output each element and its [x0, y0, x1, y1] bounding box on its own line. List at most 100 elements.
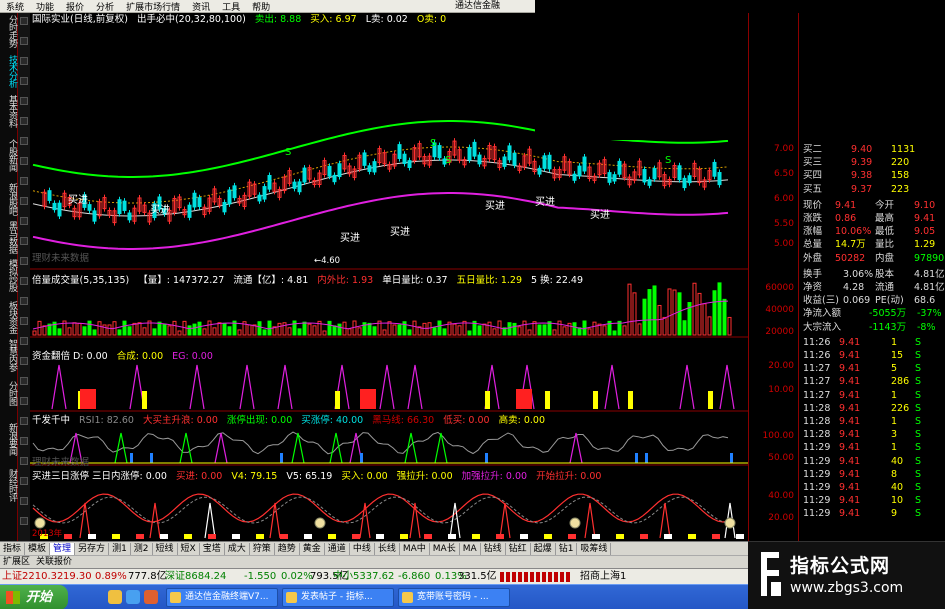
left-tab-5[interactable]: 黑马数据 [1, 221, 17, 253]
toolbar-icon[interactable] [20, 17, 28, 25]
indicator-tab-16[interactable]: MA中 [400, 542, 430, 555]
toolbar-icon[interactable] [20, 157, 28, 165]
quote-cell: 最低 [875, 226, 895, 238]
left-tab-4[interactable]: 新浪股吧 [1, 183, 17, 215]
taskbar-window-tdx[interactable]: 通达信金融终端V7... [166, 588, 278, 607]
quicklaunch-folder-icon[interactable] [108, 590, 122, 604]
toolbar-icon[interactable] [20, 77, 28, 85]
indicator-tab-0[interactable]: 指标 [0, 542, 26, 555]
toolbar-icon[interactable] [20, 277, 28, 285]
toolbar-icon[interactable] [20, 37, 28, 45]
left-tab-10[interactable]: 新浪要闻 [1, 423, 17, 455]
toolbar-icon[interactable] [20, 317, 28, 325]
indicator-tab-12[interactable]: 黄金 [300, 542, 325, 555]
tick-row: 11:28 9.41 226 S [799, 402, 945, 415]
left-tab-1[interactable]: 技术分析 [1, 55, 17, 87]
toolbar-icon[interactable] [20, 97, 28, 105]
toolbar-icon[interactable] [20, 217, 28, 225]
menu-item-3[interactable]: 分析 [90, 0, 120, 13]
menu-item-4[interactable]: 扩展市场行情 [120, 0, 186, 13]
fund-triangle [604, 364, 620, 410]
indicator-tab-8[interactable]: 宝塔 [200, 542, 225, 555]
toolbar-icon[interactable] [20, 437, 28, 445]
candle-body [57, 202, 62, 217]
left-tab-9[interactable]: 分时图 [1, 381, 17, 405]
volume-bar [712, 290, 717, 336]
left-tab-0[interactable]: 分时走势 [1, 15, 17, 47]
ext-tab-1[interactable]: 关联报价 [33, 557, 75, 567]
tool-icon-strip [18, 13, 30, 541]
indicator-tab-21[interactable]: 起爆 [531, 542, 556, 555]
indicator-tab-15[interactable]: 长线 [375, 542, 400, 555]
left-tab-6[interactable]: 模拟炒股 [1, 259, 17, 291]
candle-body [617, 160, 622, 175]
toolbar-icon[interactable] [20, 417, 28, 425]
indicator-tab-23[interactable]: 吸筹线 [577, 542, 612, 555]
toolbar-icon[interactable] [20, 177, 28, 185]
indicator-tab-1[interactable]: 模板 [25, 542, 51, 555]
indicator-tab-5[interactable]: 测2 [131, 542, 153, 555]
candle-body [397, 144, 402, 159]
site-logo-icon [761, 552, 781, 596]
indicator-tab-3[interactable]: 另存方 [75, 542, 110, 555]
menu-item-2[interactable]: 报价 [60, 0, 90, 13]
volume-pane-title: 倍量成交量(5,35,135) 【量】: 147372.27 流通【亿】: 4.… [32, 275, 589, 287]
indicator-tab-20[interactable]: 钻红 [506, 542, 531, 555]
indicator-tab-22[interactable]: 钻1 [556, 542, 578, 555]
toolbar-icon[interactable] [20, 137, 28, 145]
indicator-tab-14[interactable]: 中线 [350, 542, 375, 555]
toolbar-icon[interactable] [20, 117, 28, 125]
menu-item-0[interactable]: 系统 [0, 0, 30, 13]
ext-tab-0[interactable]: 扩展区 [0, 557, 33, 567]
sh-pct: 0.89% [95, 571, 127, 582]
toolbar-icon[interactable] [20, 337, 28, 345]
toolbar-icon[interactable] [20, 257, 28, 265]
volume-bar [397, 324, 402, 336]
indicator-tab-7[interactable]: 短X [178, 542, 200, 555]
quicklaunch-app-icon[interactable] [144, 590, 158, 604]
quicklaunch-ie-icon[interactable] [126, 590, 140, 604]
taskbar-window-post[interactable]: 发表帖子 - 指标... [282, 588, 394, 607]
indicator-tab-17[interactable]: MA长 [430, 542, 460, 555]
indicator-name: 出手必中(20,32,80,100) [136, 14, 246, 25]
indicator-tab-9[interactable]: 成大 [225, 542, 250, 555]
volume-bar [647, 289, 652, 336]
start-button[interactable]: 开始 [0, 585, 68, 609]
volume-bar [82, 326, 87, 336]
toolbar-icon[interactable] [20, 457, 28, 465]
toolbar-icon[interactable] [20, 197, 28, 205]
left-tab-11[interactable]: 财经时评 [1, 469, 17, 501]
indicator-tab-10[interactable]: 狩策 [250, 542, 275, 555]
toolbar-icon[interactable] [20, 237, 28, 245]
taskbar-window-account[interactable]: 宽带账号密码 - ... [398, 588, 510, 607]
indicator-tab-13[interactable]: 通道 [325, 542, 350, 555]
quote-cell: 11:27 [803, 389, 831, 401]
menu-item-1[interactable]: 功能 [30, 0, 60, 13]
toolbar-icon[interactable] [20, 517, 28, 525]
left-tab-7[interactable]: 板块资金 [1, 301, 17, 333]
sz-pct: 0.02% [281, 571, 313, 582]
left-tab-2[interactable]: 基本资料 [1, 95, 17, 127]
menu-item-7[interactable]: 帮助 [246, 0, 276, 13]
indicator-tab-18[interactable]: MA [460, 542, 481, 555]
toolbar-icon[interactable] [20, 377, 28, 385]
toolbar-icon[interactable] [20, 397, 28, 405]
indicator-tab-11[interactable]: 趋势 [275, 542, 300, 555]
toolbar-icon[interactable] [20, 297, 28, 305]
toolbar-icon[interactable] [20, 497, 28, 505]
toolbar-icon[interactable] [20, 57, 28, 65]
indicator-tab-2[interactable]: 管理 [50, 542, 76, 555]
indicator-tab-19[interactable]: 钻线 [481, 542, 506, 555]
volume-bar [122, 320, 127, 336]
toolbar-icon[interactable] [20, 357, 28, 365]
left-tab-3[interactable]: 个股新闻 [1, 139, 17, 171]
indicator-tab-6[interactable]: 短线 [153, 542, 178, 555]
left-tab-8[interactable]: 智慧内参 [1, 339, 17, 371]
toolbar-icon[interactable] [20, 477, 28, 485]
volume-bar [382, 329, 387, 336]
menu-item-5[interactable]: 资讯 [186, 0, 216, 13]
indicator-tab-4[interactable]: 测1 [109, 542, 131, 555]
menu-item-6[interactable]: 工具 [216, 0, 246, 13]
zt-bar [664, 534, 672, 539]
quote-cell: 220 [891, 157, 910, 169]
